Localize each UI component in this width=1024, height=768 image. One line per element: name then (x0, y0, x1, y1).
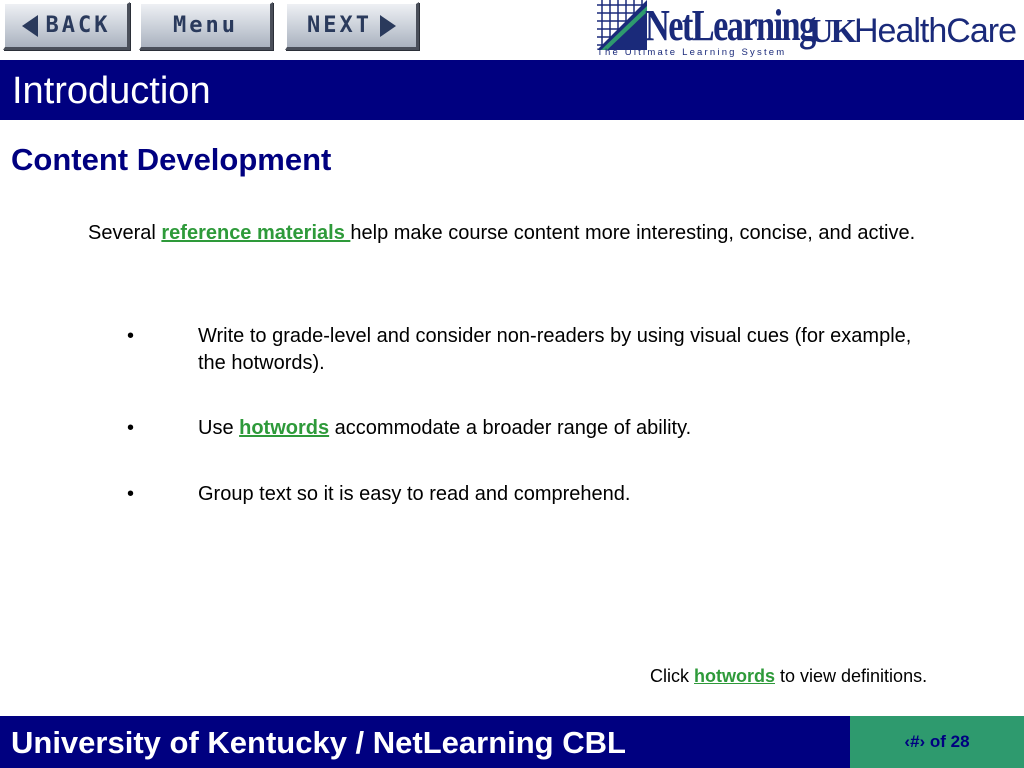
section-title: Content Development (11, 142, 332, 177)
footer-org-name: University of Kentucky / NetLearning CBL (11, 725, 626, 760)
title-bar: Introduction (0, 60, 1024, 120)
hotwords-note: Click hotwords to view definitions. (650, 666, 927, 687)
page-title: Introduction (12, 70, 211, 112)
hotwords-link[interactable]: hotwords (239, 417, 329, 439)
bullet-marker: • (127, 483, 135, 505)
next-button-label: NEXT (307, 13, 372, 38)
ukhealthcare-logo: UKHealthCare (809, 12, 1017, 51)
note-text-after: to view definitions. (775, 666, 928, 686)
back-button-label: BACK (45, 13, 111, 38)
note-text-before: Click (650, 666, 694, 686)
bullet-text-after: accommodate a broader range of ability. (329, 417, 692, 439)
netlearning-tagline: The Ultimate Learning System (597, 47, 787, 58)
page-indicator: ‹#› of 28 (850, 716, 1024, 768)
reference-materials-link[interactable]: reference materials (161, 222, 350, 244)
bullet-text: Group text so it is easy to read and com… (198, 483, 631, 505)
menu-button[interactable]: Menu (139, 2, 273, 50)
menu-button-label: Menu (173, 13, 238, 38)
uk-logo-prefix: UK (809, 13, 857, 50)
bullet-marker: • (127, 325, 135, 347)
netlearning-logo-icon (597, 0, 647, 50)
bullet-text: Use hotwords accommodate a broader range… (198, 415, 938, 442)
arrow-right-icon (379, 14, 396, 37)
logo-area: NetLearning The Ultimate Learning System… (597, 0, 1024, 60)
bullet-text-before: Use (198, 417, 240, 439)
arrow-left-icon (21, 14, 38, 37)
back-button[interactable]: BACK (3, 2, 130, 50)
page-total: of 28 (925, 732, 970, 751)
bullet-marker: • (127, 417, 135, 439)
netlearning-logo-text: NetLearning (645, 1, 816, 50)
intro-paragraph: Several reference materials help make co… (88, 220, 928, 247)
intro-text-after: help make course content more interestin… (350, 222, 916, 244)
bullet-text: Write to grade-level and consider non-re… (198, 325, 912, 374)
page-number: ‹#› of 28 (850, 732, 1024, 752)
uk-logo-suffix: HealthCare (854, 12, 1017, 50)
next-button[interactable]: NEXT (285, 2, 419, 50)
page-current: ‹#› (904, 732, 926, 751)
hotwords-note-link[interactable]: hotwords (694, 666, 775, 686)
intro-text-before: Several (88, 222, 162, 244)
